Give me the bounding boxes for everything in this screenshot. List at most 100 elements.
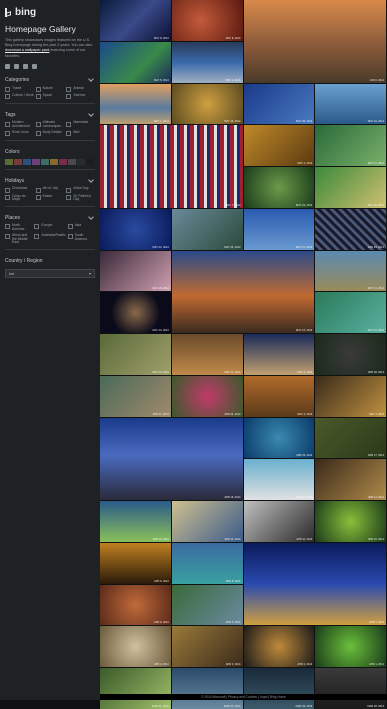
gallery-tile[interactable]: MAY 2, 2014 [171, 41, 243, 83]
gallery-tile[interactable]: APR 12, 2014 [171, 501, 243, 542]
gallery-tile[interactable]: MAY 25, 2014 [243, 83, 315, 125]
filter-europe[interactable]: Europe [34, 223, 65, 232]
checkbox[interactable] [35, 121, 41, 127]
checkbox[interactable] [35, 131, 41, 137]
checkbox[interactable] [66, 121, 72, 127]
gallery-tile[interactable]: APR 23, 2014 [243, 417, 315, 459]
checkbox[interactable] [5, 87, 10, 93]
gallery-tile[interactable]: APR 11, 2014 [243, 501, 315, 542]
gallery-tile[interactable]: MAY 8, 2014 [171, 0, 243, 41]
gallery-tile[interactable]: APR 5, 2014 [171, 584, 243, 626]
gallery-tile[interactable]: MAY 9, 2014 [243, 334, 315, 375]
filter-ultimate-landscapes[interactable]: Ultimate Landscapes [35, 121, 65, 129]
color-swatch[interactable] [59, 159, 67, 166]
gallery-tile[interactable]: MAY 5, 2014 [100, 41, 171, 83]
checkbox[interactable] [5, 224, 10, 230]
gallery-tile[interactable]: MAY 20, 2014 [171, 208, 243, 250]
gallery-tile[interactable]: APR 1, 2014 [315, 626, 386, 667]
checkbox[interactable] [5, 187, 10, 193]
gallery-tile[interactable]: MAY 14, 2014 [315, 250, 386, 292]
gallery-tile[interactable]: MAY 12, 2014 [315, 292, 386, 333]
filter-north-america[interactable]: North America [5, 223, 32, 232]
gallery-tile[interactable]: APR 13, 2014 [100, 501, 171, 542]
country-select[interactable]: Ind [5, 269, 95, 279]
checkbox[interactable] [66, 187, 72, 193]
filter-arbor-day[interactable]: Arbor Day [66, 186, 95, 193]
color-swatch[interactable] [23, 159, 31, 166]
filter-south-america[interactable]: South America [67, 233, 95, 245]
gallery-tile[interactable]: MAR 28, 2014 [315, 668, 386, 709]
gallery-tile[interactable]: APR 28, 2014 [315, 334, 386, 375]
gallery-tile[interactable]: MAY 7, 2014 [100, 125, 243, 208]
gallery-tile[interactable]: MAR 30, 2014 [171, 668, 243, 709]
filter-africa-middle-east[interactable]: Africa and the Middle East [5, 233, 32, 245]
filter-christmas[interactable]: Christmas [5, 186, 34, 193]
gallery-tile[interactable]: APR 3, 2014 [171, 626, 243, 667]
gallery-tile[interactable]: MAY 18, 2014 [100, 250, 171, 292]
color-swatch[interactable] [50, 159, 58, 166]
color-swatch[interactable] [14, 159, 22, 166]
gallery-tile[interactable]: APR 8, 2014 [171, 542, 243, 584]
color-swatch[interactable] [68, 159, 76, 166]
wallpaper-pack-link[interactable]: download a wallpaper pack [5, 48, 49, 52]
tags-header[interactable]: Tags [5, 110, 95, 119]
filter-asia[interactable]: Asia [67, 223, 95, 232]
holidays-header[interactable]: Holidays [5, 176, 95, 185]
filter-easter[interactable]: Easter [35, 194, 65, 203]
gallery-tile[interactable]: MAY 4, 2014 [243, 375, 315, 417]
gallery-tile[interactable]: MAY 1, 2014 [100, 83, 171, 125]
gallery-tile[interactable]: MAY 23, 2014 [243, 167, 315, 208]
checkbox[interactable] [35, 94, 41, 100]
gallery-tile[interactable]: APR 6, 2014 [100, 584, 171, 626]
color-swatch[interactable] [86, 159, 94, 166]
checkbox[interactable] [5, 121, 10, 127]
gallery-tile[interactable]: MAY 15, 2014 [171, 250, 315, 333]
filter-cinqo-de-mayo[interactable]: Cinqo de Mayo [5, 194, 34, 203]
gallery-tile[interactable]: MAY 8, 2014 [100, 0, 171, 41]
checkbox[interactable] [66, 131, 72, 137]
filter-4th-of-july[interactable]: 4th of July [35, 186, 65, 193]
checkbox[interactable] [34, 224, 40, 230]
filter-bird[interactable]: Bird [66, 130, 95, 137]
filter-travel[interactable]: Travel [5, 86, 34, 93]
gallery-tile[interactable]: JUN 6, 2014 [243, 0, 386, 83]
checkbox[interactable] [5, 234, 10, 240]
twitter-icon[interactable] [14, 63, 19, 69]
gallery-tile[interactable]: MAY 13, 2014 [100, 292, 171, 333]
filter-animal[interactable]: Animal [66, 86, 95, 93]
gallery-tile[interactable]: MAY 22, 2014 [100, 208, 171, 250]
gallery-tile[interactable]: APR 9, 2014 [100, 542, 171, 584]
filter-mammals[interactable]: Mammals [66, 121, 95, 129]
gallery-tile[interactable]: APR 4, 2014 [100, 626, 171, 667]
color-swatch[interactable] [32, 159, 40, 166]
gallery-tile[interactable]: APR 24, 2014 [171, 375, 243, 417]
filter-body-details[interactable]: Body Details [35, 130, 65, 137]
categories-header[interactable]: Categories [5, 76, 95, 85]
checkbox[interactable] [5, 194, 10, 200]
gallery-tile[interactable]: APR 7, 2014 [243, 542, 386, 626]
checkbox[interactable] [35, 194, 41, 200]
gallery-tile[interactable]: MAY 21, 2014 [243, 208, 315, 250]
gallery-tile[interactable]: MAY 3, 2014 [315, 375, 386, 417]
gallery-tile[interactable]: MAY 11, 2014 [171, 334, 243, 375]
checkbox[interactable] [34, 234, 40, 240]
gallery-tile[interactable]: MAY 26, 2014 [315, 167, 386, 208]
gallery-tile[interactable]: MAY 19, 2014 [315, 83, 386, 125]
gallery-tile[interactable]: APR 19, 2014 [100, 417, 243, 500]
gallery-tile[interactable]: MAY 10, 2014 [100, 334, 171, 375]
filter-australia-pacific[interactable]: Australia/Pacific [34, 233, 66, 245]
checkbox[interactable] [35, 187, 41, 193]
checkbox[interactable] [66, 94, 72, 100]
gallery-tile[interactable]: APR 10, 2014 [315, 501, 386, 542]
filter-rock-lines[interactable]: Rock Lines [5, 130, 34, 137]
facebook-icon[interactable] [5, 63, 10, 69]
filter-st-patricks-day[interactable]: St. Patrick's Day [66, 194, 95, 203]
checkbox[interactable] [66, 194, 72, 200]
gallery-tile[interactable]: MAY 27, 2014 [315, 125, 386, 166]
checkbox[interactable] [67, 234, 73, 240]
email-icon[interactable] [23, 63, 28, 69]
gallery-tile[interactable]: APR 2, 2014 [243, 626, 315, 667]
checkbox[interactable] [5, 94, 10, 100]
rss-icon[interactable] [32, 63, 37, 69]
bing-logo[interactable]: bing [5, 6, 95, 18]
